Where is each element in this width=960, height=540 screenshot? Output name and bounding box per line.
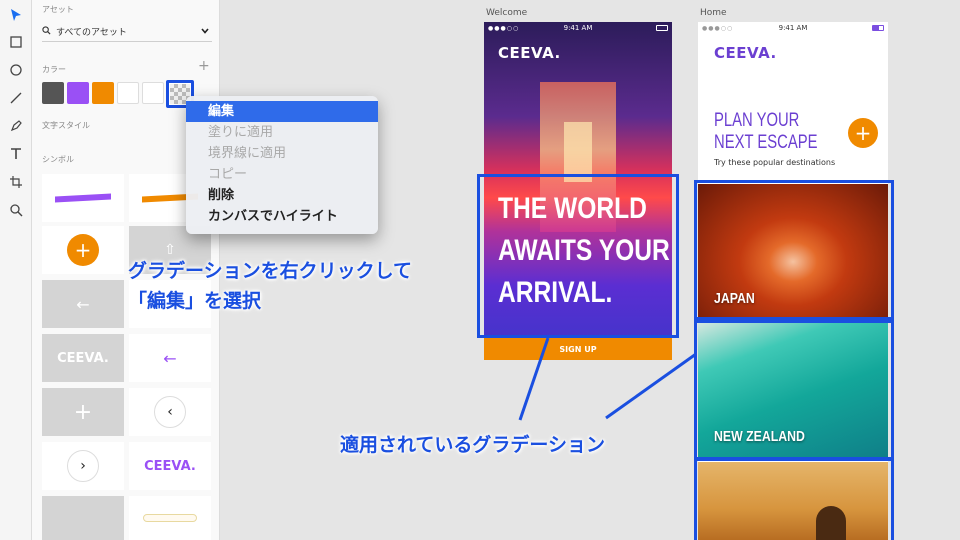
rectangle-tool-icon[interactable] bbox=[7, 33, 25, 51]
color-swatch-white-2[interactable] bbox=[142, 82, 164, 104]
highlight-welcome-gradient bbox=[477, 174, 679, 338]
symbol-back-purple[interactable]: ← bbox=[129, 334, 211, 382]
color-swatch-orange[interactable] bbox=[92, 82, 114, 104]
menu-item-highlight-on-canvas[interactable]: カンバスでハイライト bbox=[186, 206, 378, 227]
assets-heading: アセット bbox=[42, 5, 74, 14]
signal-icon: ●●●○○ bbox=[702, 24, 734, 32]
symbol-plus-grey[interactable]: + bbox=[42, 388, 124, 436]
status-time: 9:41 AM bbox=[778, 24, 808, 32]
menu-item-apply-border[interactable]: 境界線に適用 bbox=[186, 143, 378, 164]
menu-item-edit[interactable]: 編集 bbox=[186, 101, 378, 122]
highlight-nz-gradient bbox=[694, 320, 894, 460]
highlight-japan-gradient bbox=[694, 180, 894, 320]
artboard-tool-icon[interactable] bbox=[7, 173, 25, 191]
plus-icon: + bbox=[67, 234, 99, 266]
select-tool-icon[interactable] bbox=[7, 6, 25, 24]
symbol-logo-purple[interactable]: CEEVA. bbox=[129, 442, 211, 490]
battery-icon bbox=[656, 25, 668, 31]
highlight-third-gradient bbox=[694, 458, 894, 540]
home-subtitle: Try these popular destinations bbox=[714, 158, 836, 167]
chevron-right-icon: › bbox=[67, 450, 99, 482]
annotation-applied-gradient: 適用されているグラデーション bbox=[340, 435, 606, 456]
chevron-left-icon: ‹ bbox=[154, 396, 186, 428]
battery-icon bbox=[872, 25, 884, 31]
logo-text: CEEVA. bbox=[144, 458, 196, 474]
ellipse-tool-icon[interactable] bbox=[7, 61, 25, 79]
chevron-down-icon bbox=[200, 26, 210, 39]
context-menu: 編集 塗りに適用 境界線に適用 コピー 削除 カンバスでハイライト bbox=[186, 96, 378, 234]
menu-item-delete[interactable]: 削除 bbox=[186, 185, 378, 206]
plus-icon: + bbox=[73, 399, 93, 425]
welcome-logo: CEEVA. bbox=[498, 44, 561, 62]
color-swatch-purple[interactable] bbox=[67, 82, 89, 104]
symbol-yellow-pill[interactable] bbox=[129, 496, 211, 540]
tool-rail bbox=[0, 0, 32, 540]
menu-item-apply-fill[interactable]: 塗りに適用 bbox=[186, 122, 378, 143]
artboard-name-welcome[interactable]: Welcome bbox=[486, 8, 527, 18]
arrow-left-icon: ← bbox=[76, 294, 90, 314]
text-styles-heading: 文字スタイル bbox=[42, 121, 90, 130]
logo-text: CEEVA. bbox=[57, 350, 109, 366]
symbol-logo-white[interactable]: CEEVA. bbox=[42, 334, 124, 382]
line-tool-icon[interactable] bbox=[7, 89, 25, 107]
asset-filter-dropdown[interactable]: すべてのアセット bbox=[42, 22, 212, 42]
color-swatch-grey[interactable] bbox=[42, 82, 64, 104]
symbol-grey-card[interactable] bbox=[42, 496, 124, 540]
symbol-back-white[interactable]: ← bbox=[42, 280, 124, 328]
symbol-chevron-right[interactable]: › bbox=[42, 442, 124, 490]
search-icon bbox=[42, 25, 51, 38]
home-headline: PLAN YOUR NEXT ESCAPE bbox=[714, 110, 818, 154]
annotation-instruction-line2: 「編集」を選択 bbox=[128, 291, 262, 312]
symbol-chevron-left[interactable]: ‹ bbox=[129, 388, 211, 436]
signal-icon: ●●●○○ bbox=[488, 24, 520, 32]
asset-filter-value: すべてのアセット bbox=[56, 28, 127, 38]
pen-tool-icon[interactable] bbox=[7, 117, 25, 135]
artboard-name-home[interactable]: Home bbox=[700, 8, 727, 18]
zoom-tool-icon[interactable] bbox=[7, 201, 25, 219]
home-logo: CEEVA. bbox=[714, 44, 777, 62]
add-color-icon[interactable]: + bbox=[198, 58, 210, 74]
add-trip-button[interactable]: + bbox=[848, 118, 878, 148]
text-tool-icon[interactable] bbox=[7, 145, 25, 163]
headline-line: NEXT ESCAPE bbox=[714, 132, 818, 153]
color-swatch-white[interactable] bbox=[117, 82, 139, 104]
status-bar: ●●●○○ 9:41 AM bbox=[698, 22, 888, 34]
colors-heading: カラー bbox=[42, 65, 66, 74]
signup-button[interactable]: SIGN UP bbox=[484, 338, 672, 360]
symbol-purple-bar[interactable] bbox=[42, 174, 124, 222]
arrow-left-icon: ← bbox=[163, 348, 177, 368]
status-time: 9:41 AM bbox=[563, 24, 593, 32]
menu-item-copy[interactable]: コピー bbox=[186, 164, 378, 185]
status-bar: ●●●○○ 9:41 AM bbox=[484, 22, 672, 34]
headline-line: PLAN YOUR bbox=[714, 110, 800, 131]
symbols-heading: シンボル bbox=[42, 155, 74, 164]
annotation-instruction-line1: グラデーションを右クリックして bbox=[128, 261, 413, 282]
symbol-orange-plus[interactable]: + bbox=[42, 226, 124, 274]
